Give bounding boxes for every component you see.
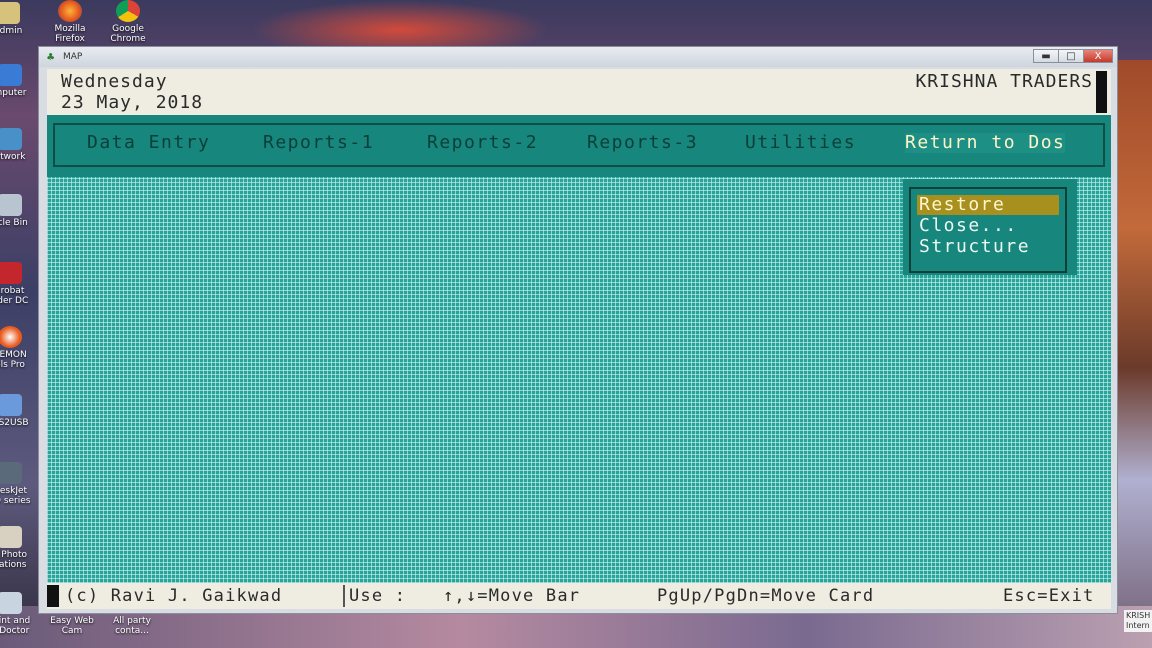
desktop-icon-all-party[interactable]: All party conta... [102,616,162,636]
desktop-icon-label: Admin [0,26,23,36]
tooltip-line: Intern [1126,621,1150,630]
dos2usb-icon [0,394,22,416]
desktop-icon-computer[interactable]: mputer [0,64,40,98]
desktop-icon-print-doctor[interactable]: Print and n Doctor [0,592,40,636]
desktop-icon-label: 20 series [0,496,31,506]
status-separator [343,585,345,607]
menu-utilities[interactable]: Utilities [745,133,856,153]
menu-reports-1[interactable]: Reports-1 [263,133,374,153]
desktop-icon-label: Firefox [55,34,85,44]
move-bar-hint: ↑,↓=Move Bar [443,586,581,606]
recycle-bin-icon [0,194,22,216]
desktop-icon-label: ols Pro [0,360,25,370]
close-button[interactable]: X [1083,49,1113,63]
desktop-icon-chrome[interactable]: Google Chrome [98,0,158,44]
dos-screen: Wednesday 23 May, 2018 KRISHNA TRADERS D… [47,69,1111,609]
desktop-icon-label: Chrome [110,34,146,44]
desktop-icon-label: etwork [0,152,26,162]
desktop-icon-label: Google [112,24,144,34]
desktop-icon-dos2usb[interactable]: OS2USB [0,394,40,428]
desktop-icon-acrobat[interactable]: crobat ader DC [0,262,40,306]
desktop-icon-label: ader DC [0,296,29,306]
desktop-icon-network[interactable]: etwork [0,128,40,162]
desktop-icon-label: ycle Bin [0,218,28,228]
menu-data-entry[interactable]: Data Entry [87,133,210,153]
acrobat-icon [0,262,22,284]
desktop-icon-label: mputer [0,88,27,98]
window-titlebar[interactable]: ♣ MAP ▬ □ X [39,47,1117,67]
maximize-button[interactable]: □ [1058,49,1084,63]
chrome-icon [116,0,140,22]
window-title: MAP [63,52,83,62]
submenu-close[interactable]: Close... [917,216,1059,236]
computer-icon [0,64,22,86]
print-doctor-icon [0,592,22,614]
exit-hint: Esc=Exit [1003,586,1095,606]
status-bar: (c) Ravi J. Gaikwad Use : ↑,↓=Move Bar P… [47,583,1111,609]
taskbar-tooltip: KRISH Intern [1124,610,1152,632]
desktop-icon-label: AEMON [0,350,27,360]
desktop-icon-label: crobat [0,286,25,296]
app-icon: ♣ [47,50,55,64]
desktop-icon-daemon-tools[interactable]: AEMON ols Pro [0,326,40,370]
minimize-button[interactable]: ▬ [1033,49,1059,63]
return-to-dos-submenu: Restore Close... Structure [903,179,1073,275]
desktop-icon-label: Cam [61,626,83,636]
header-day: Wednesday [61,71,168,92]
text-cursor [1096,71,1107,113]
desktop-icon-label: n Doctor [0,626,30,636]
desktop-icon-recycle-bin[interactable]: ycle Bin [0,194,40,228]
main-menu-bar: Data Entry Reports-1 Reports-2 Reports-3… [47,115,1111,177]
desktop-icon-hp-photo[interactable]: P Photo eations [0,526,40,570]
desktop-icon-label: P Photo [0,550,27,560]
desktop-icon-firefox[interactable]: Mozilla Firefox [40,0,100,44]
desktop-icon-label: eations [0,560,27,570]
photo-icon [0,526,22,548]
workspace-pattern: Restore Close... Structure [47,177,1111,583]
desktop-icon-easy-web-cam[interactable]: Easy Web Cam [42,616,102,636]
desktop-icon-label: All party [113,616,151,626]
move-card-hint: PgUp/PgDn=Move Card [657,586,875,606]
menu-reports-3[interactable]: Reports-3 [587,133,698,153]
printer-icon [0,462,22,484]
status-cursor-block [47,585,59,607]
submenu-restore[interactable]: Restore [917,195,1059,215]
desktop-icon-label: DeskJet [0,486,28,496]
desktop-icon-label: Mozilla [54,24,86,34]
desktop-icon-deskjet[interactable]: DeskJet 20 series [0,462,40,506]
firefox-icon [58,0,82,22]
network-icon [0,128,22,150]
dos-app-window: ♣ MAP ▬ □ X Wednesday 23 May, 2018 KRISH… [38,46,1118,614]
header-date: 23 May, 2018 [61,92,204,113]
menu-reports-2[interactable]: Reports-2 [427,133,538,153]
desktop-icon-label: Easy Web [50,616,94,626]
daemon-tools-icon [0,326,22,348]
use-hint: Use : [349,586,407,606]
desktop-icon-label: Print and [0,616,31,626]
desktop-icon-admin[interactable]: Admin [0,2,38,36]
desktop-icon-label: conta... [115,626,149,636]
user-folder-icon [0,2,20,24]
company-name: KRISHNA TRADERS [915,71,1093,92]
submenu-structure[interactable]: Structure [917,237,1059,257]
menu-return-to-dos[interactable]: Return to Dos [905,133,1066,153]
desktop-icon-label: OS2USB [0,418,29,428]
tooltip-line: KRISH [1126,611,1151,620]
copyright-text: (c) Ravi J. Gaikwad [65,586,283,606]
screen-header: Wednesday 23 May, 2018 KRISHNA TRADERS [47,69,1111,115]
